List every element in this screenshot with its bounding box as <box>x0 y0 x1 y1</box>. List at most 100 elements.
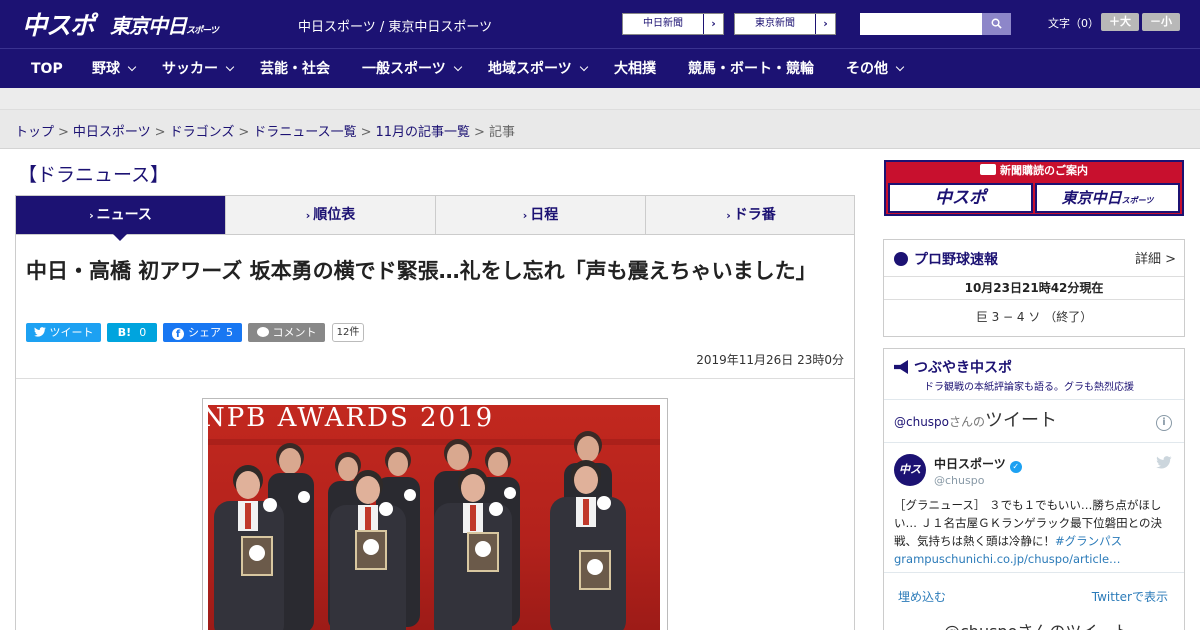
chevron-right-icon: › <box>815 14 835 34</box>
chevron-right-icon: › <box>522 209 528 222</box>
tab-schedule[interactable]: › 日程 <box>436 196 646 234</box>
facebook-icon: f <box>172 328 184 340</box>
comment-count-badge[interactable]: 12件 <box>332 323 364 342</box>
breadcrumb-link-chuspo[interactable]: 中日スポーツ <box>73 125 151 140</box>
breadcrumb-link-dragons[interactable]: ドラゴンズ <box>170 125 235 140</box>
tab-label: ニュース <box>96 207 152 223</box>
tab-standings[interactable]: › 順位表 <box>226 196 436 234</box>
baseball-score-widget: プロ野球速報 詳細 > 10月23日21時42分現在 巨 3 − 4 ソ （終了… <box>883 239 1185 337</box>
breadcrumb-link-top[interactable]: トップ <box>15 125 54 140</box>
chevron-right-icon: › <box>89 209 94 222</box>
nav-label: 競馬・ボート・競輪 <box>688 61 814 77</box>
timeline-handle[interactable]: @chuspo <box>894 415 949 429</box>
breadcrumb-link-dora-news[interactable]: ドラニュース一覧 <box>253 125 356 140</box>
breadcrumb-separator: > <box>360 125 372 140</box>
article-headline: 中日・高橋 初アワーズ 坂本勇の横でド緊張…礼をし忘れ「声も震えちゃいました」 <box>26 259 817 283</box>
comment-button[interactable]: コメント <box>248 323 325 342</box>
nav-label: 野球 <box>92 61 120 77</box>
twitter-bird-icon <box>33 327 46 337</box>
publish-date: 2019年11月26日 23時0分 <box>696 353 844 367</box>
header-spacer <box>0 88 1200 110</box>
award-players-image <box>208 431 660 630</box>
nav-item-general-sports[interactable]: 一般スポーツ <box>362 49 462 89</box>
facebook-share-button[interactable]: f シェア 5 <box>163 323 242 342</box>
chevron-down-icon <box>453 62 462 72</box>
account-name[interactable]: 中日スポーツ ✓ <box>934 455 1022 473</box>
verified-badge-icon: ✓ <box>1009 461 1022 473</box>
embed-link[interactable]: 埋め込む <box>898 588 946 605</box>
chevron-down-icon <box>127 62 137 72</box>
subscribe-tokyo-chunichi-button[interactable]: 東京中日スポーツ <box>1035 183 1180 213</box>
nav-label: 地域スポーツ <box>488 61 572 77</box>
breadcrumb-separator: > <box>58 125 69 140</box>
article-divider <box>16 378 854 379</box>
nav-item-top[interactable]: TOP <box>31 49 63 89</box>
breadcrumb-current: 記事 <box>488 125 515 140</box>
article-photo[interactable]: NPB AWARDS 2019 <box>208 405 660 630</box>
account-avatar[interactable]: 中スポ <box>894 454 926 508</box>
comment-label: コメント <box>272 326 317 339</box>
baseball-icon <box>894 252 908 266</box>
hatena-bookmark-button[interactable]: B! 0 <box>107 323 157 342</box>
facebook-share-label: シェア <box>188 326 221 339</box>
section-title: 【ドラニュース】 <box>18 164 170 186</box>
nav-item-local-sports[interactable]: 地域スポーツ <box>488 49 588 89</box>
facebook-count: 5 <box>226 326 233 339</box>
tokyo-logo-text: 東京中日 <box>110 14 187 38</box>
nav-item-baseball[interactable]: 野球 <box>92 49 137 89</box>
ad-button-label: 東京中日 <box>1061 189 1122 207</box>
info-icon[interactable]: i <box>1156 415 1172 431</box>
baseball-score[interactable]: 巨 3 − 4 ソ （終了） <box>884 308 1184 325</box>
tab-dora-ban[interactable]: › ドラ番 <box>646 196 856 234</box>
nav-label: その他 <box>846 61 888 77</box>
tokyo-shimbun-link[interactable]: 東京新聞 › <box>734 13 836 35</box>
chevron-down-icon <box>225 62 235 72</box>
tweet-button[interactable]: ツイート <box>26 323 101 342</box>
font-smaller-button[interactable]: －小 <box>1142 13 1180 31</box>
tweet-link[interactable]: grampuschunichi.co.jp/chuspo/article… <box>894 552 1121 566</box>
breadcrumb-link-november[interactable]: 11月の記事一覧 <box>376 125 471 140</box>
subscribe-chuspo-button[interactable]: 中スポ <box>888 183 1033 213</box>
nav-label: 大相撲 <box>614 61 656 77</box>
baseball-detail-link[interactable]: 詳細 > <box>1135 248 1176 267</box>
font-larger-button[interactable]: ＋大 <box>1101 13 1139 31</box>
tokyo-logo-sub: スポーツ <box>186 26 219 36</box>
subscription-banner[interactable]: 新聞購読のご案内 中スポ 東京中日スポーツ <box>884 160 1184 216</box>
timeline-handle-suffix: さんの <box>949 415 986 429</box>
newspaper-icon <box>980 164 996 175</box>
chuspo-logo[interactable]: 中スポ <box>22 6 95 42</box>
tokyo-chunichi-logo[interactable]: 東京中日スポーツ <box>110 10 219 39</box>
nav-label: 芸能・社会 <box>260 61 330 77</box>
speech-bubble-icon <box>256 327 269 337</box>
breadcrumb-bar: トップ > 中日スポーツ > ドラゴンズ > ドラニュース一覧 >11月の記事一覧 > 記事 <box>0 110 1200 149</box>
section-tabs: › ニュース › 順位表 › 日程 › ドラ番 <box>15 195 855 235</box>
ad-button-sub: スポーツ <box>1121 196 1154 205</box>
search-button[interactable] <box>982 13 1011 35</box>
search-icon <box>991 18 1002 29</box>
nav-item-entertainment[interactable]: 芸能・社会 <box>260 49 330 89</box>
header-bar: 中スポ 東京中日スポーツ 中日スポーツ / 東京中日スポーツ 中日新聞 › 東京… <box>0 0 1200 48</box>
tweet-hashtag[interactable]: #グランパス <box>1055 534 1122 548</box>
font-size-label: 文字（0） <box>1048 17 1099 30</box>
chunichi-shimbun-link[interactable]: 中日新聞 › <box>622 13 724 35</box>
main-nav: TOP 野球 サッカー 芸能・社会 一般スポーツ 地域スポーツ 大相撲 競馬・ボ… <box>0 48 1200 88</box>
tab-label: 順位表 <box>313 207 356 223</box>
chevron-right-icon: › <box>305 209 311 222</box>
nav-item-racing[interactable]: 競馬・ボート・競輪 <box>688 49 814 89</box>
account-handle[interactable]: @chuspo <box>934 474 984 487</box>
nav-item-other[interactable]: その他 <box>846 49 905 89</box>
tab-news[interactable]: › ニュース <box>16 196 226 234</box>
nav-item-soccer[interactable]: サッカー <box>162 49 235 89</box>
megaphone-icon <box>894 360 908 374</box>
chevron-right-icon: › <box>726 209 731 222</box>
tsubuyaki-title-text: つぶやき中スポ <box>914 360 1012 376</box>
view-on-twitter-link[interactable]: Twitterで表示 <box>1092 588 1168 605</box>
chevron-down-icon <box>895 62 905 72</box>
twitter-bird-icon[interactable] <box>1156 456 1172 469</box>
baseball-timestamp-row: 10月23日21時42分現在 <box>884 276 1184 300</box>
paper-link-label: 中日新聞 <box>643 18 683 29</box>
nav-item-sumo[interactable]: 大相撲 <box>614 49 656 89</box>
tsubuyaki-subtitle: ドラ観戦の本紙評論家も語る。グラも熱烈応援 <box>924 382 1134 393</box>
search-input[interactable] <box>860 13 982 35</box>
active-tab-pointer <box>113 234 127 241</box>
